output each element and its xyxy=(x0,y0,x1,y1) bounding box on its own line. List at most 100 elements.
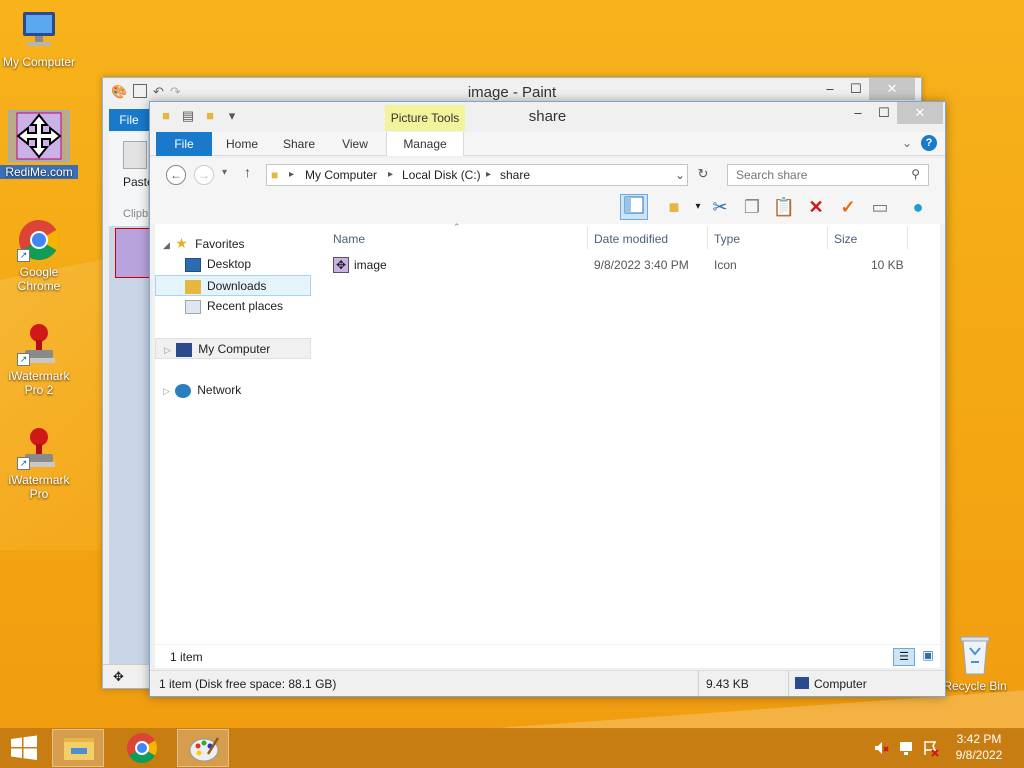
taskbar-chrome[interactable] xyxy=(116,729,168,767)
up-arrow-icon[interactable]: ↑ xyxy=(244,164,251,180)
paint-maximize-button[interactable]: ☐ xyxy=(841,78,871,100)
nav-favorites-label: Favorites xyxy=(195,237,245,251)
start-button[interactable] xyxy=(0,729,48,767)
taskbar-file-explorer[interactable] xyxy=(52,729,104,767)
explorer-close-button[interactable]: ✕ xyxy=(897,102,943,124)
forward-button[interactable]: → xyxy=(194,165,214,185)
search-box[interactable]: ⚲ xyxy=(727,164,929,186)
paint-file-tab[interactable]: File xyxy=(109,109,149,131)
desktop-icon-label: Google Chrome xyxy=(17,265,61,293)
explorer-maximize-button[interactable]: ☐ xyxy=(869,102,899,124)
windows-logo-icon xyxy=(11,735,37,760)
large-icons-view-icon[interactable]: ▣ xyxy=(919,648,937,666)
status-selected-size: 9.43 KB xyxy=(706,677,749,691)
copy-icon[interactable]: ❐ xyxy=(738,194,766,220)
computer-icon xyxy=(795,677,809,689)
address-bar[interactable]: ■ ▸ My Computer ▸ Local Disk (C:) ▸ shar… xyxy=(266,164,688,186)
breadcrumb-my-computer[interactable]: My Computer xyxy=(305,168,377,182)
expand-arrow-icon[interactable]: ▷ xyxy=(163,386,170,396)
column-header-name[interactable]: Name xyxy=(333,227,365,251)
action-center-icon[interactable] xyxy=(922,739,940,757)
tab-file[interactable]: File xyxy=(156,132,212,156)
nav-downloads[interactable]: Downloads xyxy=(155,275,311,296)
checkmark-icon[interactable]: ✓ xyxy=(834,194,862,220)
breadcrumb-share[interactable]: share xyxy=(500,168,530,182)
tab-share[interactable]: Share xyxy=(276,132,322,156)
paint-canvas[interactable] xyxy=(109,226,151,666)
table-row[interactable]: ✥ image 9/8/2022 3:40 PM Icon 10 KB xyxy=(333,255,923,275)
rename-icon[interactable]: ▭ xyxy=(866,194,894,220)
nav-my-computer[interactable]: ▷ My Computer xyxy=(155,338,311,359)
clipboard-icon[interactable] xyxy=(123,141,147,169)
column-header-date[interactable]: Date modified xyxy=(594,227,668,251)
command-toolbar: ■ ▾ ✂ ❐ 📋 ✕ ✓ ▭ ● xyxy=(150,190,945,224)
search-icon[interactable]: ⚲ xyxy=(911,167,920,181)
column-divider[interactable] xyxy=(907,227,908,249)
tab-home[interactable]: Home xyxy=(220,132,264,156)
details-view-icon[interactable]: ☰ xyxy=(893,648,915,666)
column-divider[interactable] xyxy=(827,227,828,249)
stamp-icon: ↗ xyxy=(17,322,61,366)
desktop-icon-iwatermark-pro-2[interactable]: ↗ iWatermark Pro 2 xyxy=(0,322,78,397)
back-button[interactable]: ← xyxy=(166,165,186,185)
column-divider[interactable] xyxy=(707,227,708,249)
canvas-image xyxy=(115,228,151,278)
desktop-icon-iwatermark-pro[interactable]: ↗ iWatermark Pro xyxy=(0,426,78,501)
volume-muted-icon[interactable] xyxy=(872,739,890,757)
status-disk-space: 1 item (Disk free space: 88.1 GB) xyxy=(159,677,337,691)
address-dropdown-icon[interactable]: ⌄ xyxy=(675,168,685,182)
explorer-title: share xyxy=(528,108,567,125)
folder-icon xyxy=(64,738,94,760)
tab-manage[interactable]: Manage xyxy=(386,132,464,156)
refresh-icon[interactable]: ↻ xyxy=(693,166,713,186)
shortcut-arrow-icon: ↗ xyxy=(17,353,30,366)
folder-icon: ■ xyxy=(271,168,279,182)
column-divider[interactable] xyxy=(587,227,588,249)
desktop-icon-chrome[interactable]: ↗ Google Chrome xyxy=(0,218,78,293)
cut-icon[interactable]: ✂ xyxy=(706,194,734,220)
delete-icon[interactable]: ✕ xyxy=(802,194,830,220)
nav-desktop[interactable]: Desktop xyxy=(155,254,311,275)
recent-locations-icon[interactable]: ▾ xyxy=(222,167,227,178)
globe-icon[interactable]: ● xyxy=(904,194,932,220)
search-input[interactable] xyxy=(728,165,898,185)
item-count-bar: 1 item ☰ ▣ xyxy=(155,644,940,668)
nav-network[interactable]: ▷ Network xyxy=(155,380,311,401)
taskbar-clock[interactable]: 3:42 PM 9/8/2022 xyxy=(944,731,1014,763)
help-icon[interactable]: ? xyxy=(921,135,937,151)
tab-view[interactable]: View xyxy=(336,132,374,156)
network-icon xyxy=(175,383,192,398)
paint-close-button[interactable]: ✕ xyxy=(869,78,915,100)
desktop-icon-recycle-bin[interactable]: Recycle Bin xyxy=(936,632,1014,693)
column-header-type[interactable]: Type xyxy=(714,227,740,251)
explorer-window[interactable]: ■ ▤ ■ ▾ Picture Tools share – ☐ ✕ File H… xyxy=(149,101,946,697)
explorer-title-bar[interactable]: ■ ▤ ■ ▾ Picture Tools share – ☐ ✕ xyxy=(150,102,945,132)
move-cursor-icon: ✥ xyxy=(113,669,124,684)
desktop-icon-label: Recycle Bin xyxy=(943,679,1007,693)
desktop-icon xyxy=(185,257,201,272)
desktop-icon-label: iWatermark Pro xyxy=(8,473,70,501)
status-location: Computer xyxy=(814,677,867,691)
downloads-folder-icon xyxy=(185,279,201,294)
preview-pane-icon[interactable] xyxy=(620,194,648,220)
recent-places-icon xyxy=(185,299,201,314)
file-size: 10 KB xyxy=(871,258,904,272)
desktop-icon-redime[interactable]: RediMe.com xyxy=(0,110,78,179)
expand-arrow-icon[interactable]: ▷ xyxy=(164,345,171,355)
network-tray-icon[interactable] xyxy=(898,739,916,757)
status-divider xyxy=(788,671,789,696)
nav-recent-places[interactable]: Recent places xyxy=(155,296,311,317)
column-header-size[interactable]: Size xyxy=(834,227,857,251)
taskbar-paint[interactable] xyxy=(177,729,229,767)
breadcrumb-separator-icon: ▸ xyxy=(486,169,492,180)
move-arrows-icon xyxy=(8,110,70,162)
ribbon-expand-icon[interactable]: ⌄ xyxy=(902,136,912,150)
breadcrumb-local-disk[interactable]: Local Disk (C:) xyxy=(402,168,481,182)
paste-icon[interactable]: 📋 xyxy=(770,194,798,220)
nav-favorites[interactable]: ◢ ★ Favorites xyxy=(155,233,311,254)
breadcrumb-separator-icon: ▸ xyxy=(289,169,295,180)
nav-recent-label: Recent places xyxy=(207,299,284,313)
desktop-icon-label: My Computer xyxy=(2,55,76,69)
expand-arrow-icon[interactable]: ◢ xyxy=(163,240,170,250)
desktop-icon-my-computer[interactable]: My Computer xyxy=(0,8,78,69)
